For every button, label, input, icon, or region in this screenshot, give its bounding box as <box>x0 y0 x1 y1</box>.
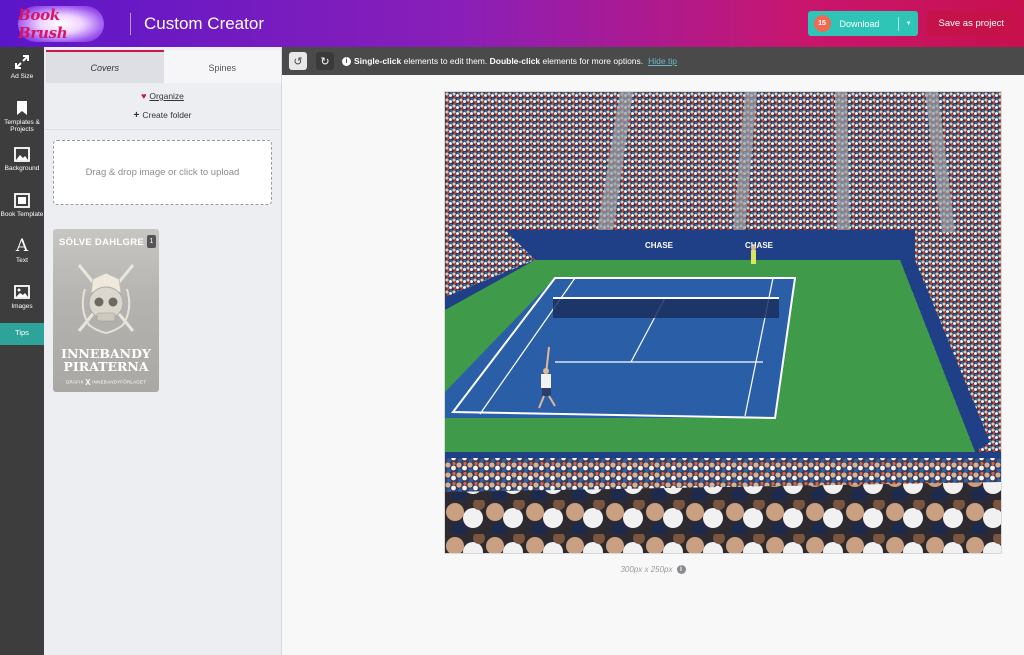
rail-item-tips[interactable]: Tips <box>0 323 44 345</box>
rail-item-images[interactable]: Images <box>0 277 44 323</box>
book-template-icon <box>14 191 30 209</box>
create-folder-link[interactable]: + Create folder <box>44 109 281 121</box>
left-tool-rail: Ad Size Templates & Projects Background … <box>0 47 44 655</box>
tab-spines[interactable]: Spines <box>163 50 281 83</box>
tip-text-2: elements for more options. <box>540 56 644 66</box>
undo-icon: ↺ <box>293 55 303 68</box>
thumbnail-footer: GRAFIK X INNEBANDYFÖRLAGET <box>53 378 159 387</box>
top-header: Book Brush Custom Creator 15 Download ▼ … <box>0 0 1024 47</box>
undo-button[interactable]: ↺ <box>289 52 307 70</box>
tip-double-click: Double-click <box>489 56 541 66</box>
tennis-stadium-image[interactable]: CHASE CHASE <box>445 92 1002 554</box>
thumbnail-author: SÖLVE DAHLGRE <box>59 237 145 248</box>
redo-button[interactable]: ↻ <box>316 52 334 70</box>
links-divider <box>44 121 281 130</box>
rail-label: Text <box>16 257 28 264</box>
download-button[interactable]: 15 Download ▼ <box>807 11 918 36</box>
tip-text-1: elements to edit them. <box>401 56 490 66</box>
background-image-icon <box>14 145 30 163</box>
skull-crest-icon <box>77 264 135 335</box>
upload-drop-zone[interactable]: Drag & drop image or click to upload <box>53 140 272 205</box>
rail-label: Book Template <box>0 211 44 218</box>
info-icon: i <box>342 56 351 66</box>
tab-covers[interactable]: Covers <box>46 50 164 83</box>
app-title: Custom Creator <box>144 13 264 33</box>
rail-item-templates-projects[interactable]: Templates & Projects <box>0 93 44 139</box>
rail-label: Background <box>4 165 40 172</box>
book-brush-logo[interactable]: Book Brush <box>18 5 104 42</box>
rail-item-book-template[interactable]: Book Template <box>0 185 44 231</box>
chase-banner-2: CHASE <box>745 241 774 250</box>
tip-single-click: Single-click <box>354 56 402 66</box>
expand-arrows-icon <box>14 53 30 71</box>
bookmark-icon <box>16 99 28 117</box>
panel-links: ♥ Organize + Create folder <box>44 90 281 130</box>
covers-panel: Covers Spines ♥ Organize + Create folder… <box>44 47 282 655</box>
cover-thumbnail[interactable]: SÖLVE DAHLGRE 1 INNEBANDY PIRATERNA GRAF… <box>53 229 159 392</box>
canvas-area: CHASE CHASE 300px x 250px i <box>282 75 1024 655</box>
heart-icon: ♥ <box>141 91 147 101</box>
chase-banner-1: CHASE <box>645 241 674 250</box>
thumbnail-title-line2: PIRATERNA <box>63 359 149 374</box>
editing-tip: i Single-click elements to edit them. Do… <box>342 56 677 66</box>
organize-link[interactable]: ♥ Organize <box>44 90 281 102</box>
text-a-icon: A <box>15 235 29 256</box>
plus-icon: + <box>133 109 140 121</box>
save-as-project-button[interactable]: Save as project <box>926 11 1016 36</box>
create-folder-label: Create folder <box>142 110 192 120</box>
canvas-toolbar: ↺ ↻ i Single-click elements to edit them… <box>282 47 1024 75</box>
canvas-size-text: 300px x 250px <box>620 565 673 574</box>
thumbnail-footer-right: INNEBANDYFÖRLAGET <box>92 379 147 385</box>
header-divider <box>130 12 131 35</box>
caret-down-icon[interactable]: ▼ <box>906 21 912 27</box>
image-icon <box>14 283 30 301</box>
thumbnail-footer-mid: X <box>85 378 91 387</box>
hide-tip-link[interactable]: Hide tip <box>648 56 677 66</box>
info-icon[interactable]: i <box>676 565 686 574</box>
panel-tabs: Covers Spines <box>44 50 281 83</box>
rail-label: Images <box>11 303 33 310</box>
design-canvas[interactable]: CHASE CHASE <box>444 91 1002 554</box>
download-label: Download <box>839 18 880 29</box>
download-separator <box>897 16 899 31</box>
rail-item-text[interactable]: A Text <box>0 231 44 277</box>
redo-icon: ↻ <box>320 55 330 68</box>
download-count-badge: 15 <box>813 15 831 32</box>
canvas-size-label: 300px x 250px i <box>282 565 1024 574</box>
rail-label: Tips <box>15 328 29 337</box>
header-actions: 15 Download ▼ Save as project <box>807 11 1016 36</box>
rail-item-ad-size[interactable]: Ad Size <box>0 47 44 93</box>
organize-label: Organize <box>149 91 184 101</box>
thumbnail-badge: 1 <box>147 235 156 248</box>
thumbnail-footer-left: GRAFIK <box>65 379 84 385</box>
rail-label: Templates & Projects <box>4 119 40 133</box>
logo-text: Book Brush <box>18 5 68 42</box>
rail-label: Ad Size <box>10 73 34 80</box>
rail-item-background[interactable]: Background <box>0 139 44 185</box>
